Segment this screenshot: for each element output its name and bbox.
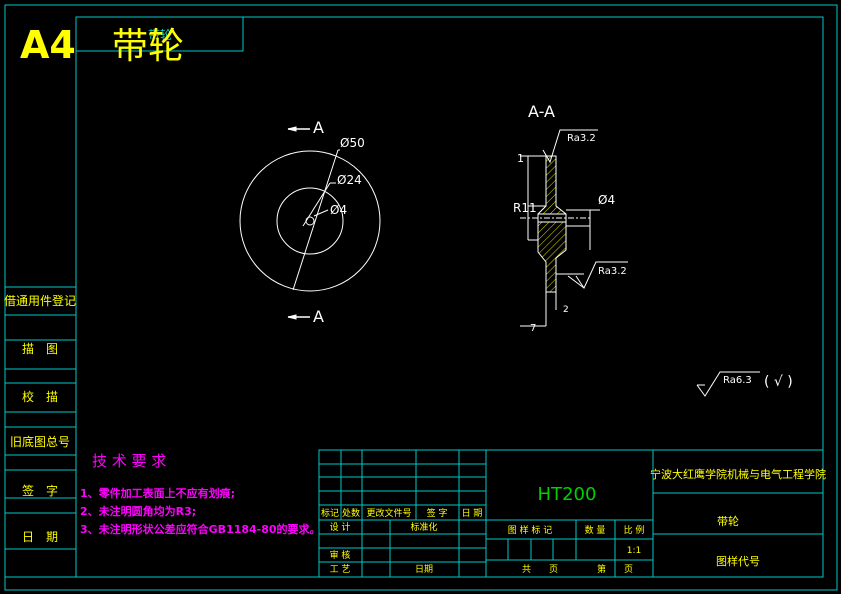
tb-label-sign: 签 字 [427,507,448,519]
outer-circle [239,150,381,292]
roughness-side: Ra3.2 [598,266,627,277]
note-item-1: 1、零件加工表面上不应有划痕; [80,486,235,500]
middle-circle [276,187,344,255]
side-cell-0: 借通用件登记 [4,293,76,308]
note-item-2: 2、未注明圆角均为R3; [80,504,196,518]
side-cell-4: 签 字 [22,483,58,498]
section-mark-bottom: A [313,307,324,326]
tb-standardize: 标准化 [410,521,437,533]
dim-outer: Ø50 [340,136,365,150]
dim-r: R11 [513,201,537,215]
general-roughness-label: Ra6.3 [723,375,752,386]
dim-middle: Ø24 [337,173,362,187]
tb-label-date: 日 期 [462,508,483,519]
tb-weight: 数 量 [585,524,606,536]
section-mark-top: A [313,118,324,137]
drawing-sheet: 带轮 A4 带轮 借通用件登记 描 图 校 描 旧底图总号 签 字 日 期 A … [4,4,838,591]
sheet-size-label: A4 [20,23,76,67]
roughness-top: Ra3.2 [567,133,596,144]
dim-bore: Ø4 [330,203,347,217]
tb-process: 工 艺 [330,564,351,575]
tb-stage-mark: 图 样 标 记 [508,524,553,536]
general-roughness-suffix: ( √ ) [764,374,793,390]
title-part-name: 带轮 [112,26,184,67]
outer-border [4,4,838,591]
section-view [520,129,628,327]
section-title: A-A [528,102,555,121]
dim-7: 7 [530,323,536,334]
tb-material: HT200 [538,484,597,505]
tb-date: 日期 [415,564,433,575]
tb-review: 审 核 [330,549,351,561]
tb-school: 宁波大红鹰学院机械与电气工程学院 [650,467,826,481]
front-view [239,126,381,320]
tb-part-name: 带轮 [717,514,739,528]
dim-2: 2 [563,305,569,315]
note-item-3: 3、未注明形状公差应符合GB1184-80的要求。 [80,522,321,536]
tb-sheets-total: 共 页 [522,564,558,575]
dim-section-bore: Ø4 [598,193,615,207]
side-cell-3: 旧底图总号 [10,434,70,449]
tb-scale: 比 例 [624,524,645,536]
bore-circle [305,216,315,226]
side-cell-5: 日 期 [22,530,58,544]
tb-drawing-no-label: 图样代号 [716,554,760,568]
tb-sheet-no: 第 页 [597,563,633,575]
tb-design: 设 计 [330,521,351,533]
tb-label-count: 处数 [342,507,360,519]
dim-1: 1 [517,152,524,165]
tb-scale-value: 1:1 [627,546,641,556]
side-cell-1: 描 图 [22,342,58,356]
tb-label-change-doc: 更改文件号 [366,507,411,519]
tb-label-mark: 标记 [321,507,339,519]
side-cell-2: 校 描 [22,389,58,404]
notes-title: 技 术 要 求 [92,452,166,470]
